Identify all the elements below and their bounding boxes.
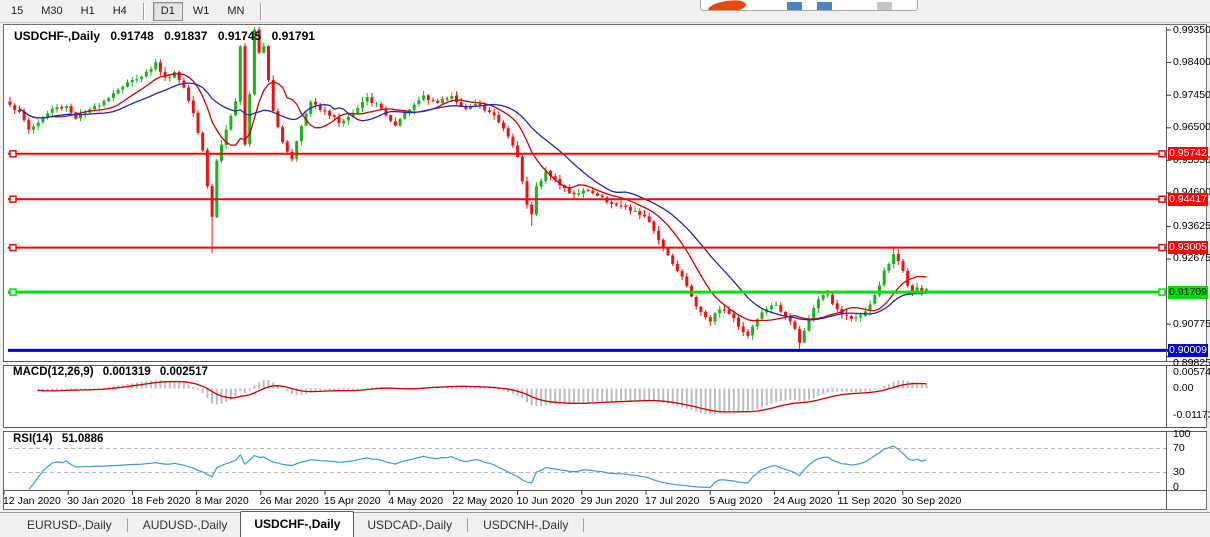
date-label: 15 Apr 2020 — [324, 496, 381, 507]
date-label: 30 Sep 2020 — [902, 496, 962, 507]
macd-axis-label: 0.005744 — [1173, 367, 1210, 378]
macd-axis-label: -0.011738 — [1173, 410, 1210, 421]
price-tick-label: 0.96500 — [1173, 122, 1210, 133]
macd-label: MACD(12,26,9) 0.001319 0.002517 — [13, 366, 214, 378]
date-label: 17 Jul 2020 — [645, 496, 699, 507]
tab-eurusd[interactable]: EURUSD-,Daily — [14, 513, 125, 537]
price-tick-label: 0.98400 — [1173, 57, 1210, 68]
toolbar-separator — [260, 3, 262, 20]
candle-chart-icon[interactable] — [817, 2, 832, 11]
rsi-value: 51.0886 — [62, 433, 104, 445]
price-badge-0.93005: 0.93005 — [1168, 241, 1208, 254]
macd-axis-label: 0.00 — [1173, 383, 1193, 394]
rsi-axis-label: 0 — [1173, 482, 1179, 493]
price-badge-0.94417: 0.94417 — [1168, 193, 1208, 206]
date-label: 22 May 2020 — [452, 496, 513, 507]
date-label: 4 May 2020 — [388, 496, 443, 507]
timeframe-button-mn[interactable]: MN — [219, 2, 252, 21]
date-label: 24 Aug 2020 — [773, 496, 832, 507]
macd-value-main: 0.001319 — [103, 366, 151, 378]
ohlc-low: 0.91745 — [218, 29, 261, 43]
timeframe-button-w1[interactable]: W1 — [185, 2, 218, 21]
pane-separator-rsi[interactable] — [3, 427, 1207, 432]
mt4-terminal: 15 M30 H1 H4 D1 W1 MN USDCHF-,Daily 0.91… — [0, 0, 1210, 537]
date-label: 30 Jan 2020 — [67, 496, 125, 507]
date-label: 29 Jun 2020 — [581, 496, 639, 507]
tab-usdcad[interactable]: USDCAD-,Daily — [354, 513, 465, 537]
macd-name: MACD(12,26,9) — [13, 366, 94, 378]
bar-chart-icon[interactable] — [787, 2, 802, 11]
timeframe-button-h1[interactable]: H1 — [73, 2, 103, 21]
floating-toolbar — [700, 0, 918, 11]
broker-logo-icon[interactable] — [707, 0, 747, 11]
window-icon[interactable] — [877, 2, 892, 11]
timeframe-toolbar: 15 M30 H1 H4 D1 W1 MN — [0, 0, 1210, 23]
rsi-label: RSI(14) 51.0886 — [13, 433, 109, 445]
date-label: 26 Mar 2020 — [260, 496, 319, 507]
chart-tab-bar: EURUSD-,Daily AUDUSD-,Daily USDCHF-,Dail… — [0, 512, 1210, 537]
rsi-axis-label: 70 — [1173, 443, 1185, 454]
date-label: 18 Feb 2020 — [131, 496, 190, 507]
toolbar-separator — [143, 3, 145, 20]
symbol-label: USDCHF-,Daily — [14, 29, 100, 43]
price-tick-label: 0.90775 — [1173, 319, 1210, 330]
date-label: 11 Sep 2020 — [838, 496, 897, 507]
timeframe-button-m30[interactable]: M30 — [33, 2, 70, 21]
price-tick-label: 0.97450 — [1173, 90, 1210, 101]
chart-window — [3, 24, 1207, 510]
price-tick-label: 0.99350 — [1173, 25, 1210, 36]
date-label: 8 Mar 2020 — [196, 496, 249, 507]
rsi-axis-label: 100 — [1173, 429, 1191, 440]
chart-title: USDCHF-,Daily 0.91748 0.91837 0.91745 0.… — [14, 29, 322, 43]
timeframe-button-m15[interactable]: 15 — [3, 2, 31, 21]
rsi-name: RSI(14) — [13, 433, 53, 445]
tab-usdchf-active[interactable]: USDCHF-,Daily — [240, 511, 354, 537]
date-label: 10 Jun 2020 — [517, 496, 575, 507]
tab-separator — [127, 518, 128, 532]
pane-separator-dates — [3, 490, 1207, 491]
price-badge-0.90009: 0.90009 — [1168, 344, 1208, 357]
price-tick-label: 0.92675 — [1173, 253, 1210, 264]
tab-usdcnh[interactable]: USDCNH-,Daily — [470, 513, 581, 537]
ohlc-open: 0.91748 — [110, 29, 153, 43]
ohlc-close: 0.91791 — [272, 29, 315, 43]
tab-separator — [467, 518, 468, 532]
ohlc-high: 0.91837 — [164, 29, 207, 43]
timeframe-button-d1[interactable]: D1 — [153, 2, 183, 21]
tab-audusd[interactable]: AUDUSD-,Daily — [130, 513, 241, 537]
price-badge-0.91709: 0.91709 — [1168, 286, 1208, 299]
timeframe-button-h4[interactable]: H4 — [105, 2, 135, 21]
price-tick-label: 0.93625 — [1173, 221, 1210, 232]
tab-separator — [583, 518, 584, 532]
macd-value-signal: 0.002517 — [160, 366, 208, 378]
price-badge-0.95742: 0.95742 — [1168, 147, 1208, 160]
date-label: 12 Jan 2020 — [3, 496, 61, 507]
rsi-axis-label: 30 — [1173, 467, 1185, 478]
date-label: 5 Aug 2020 — [709, 496, 762, 507]
